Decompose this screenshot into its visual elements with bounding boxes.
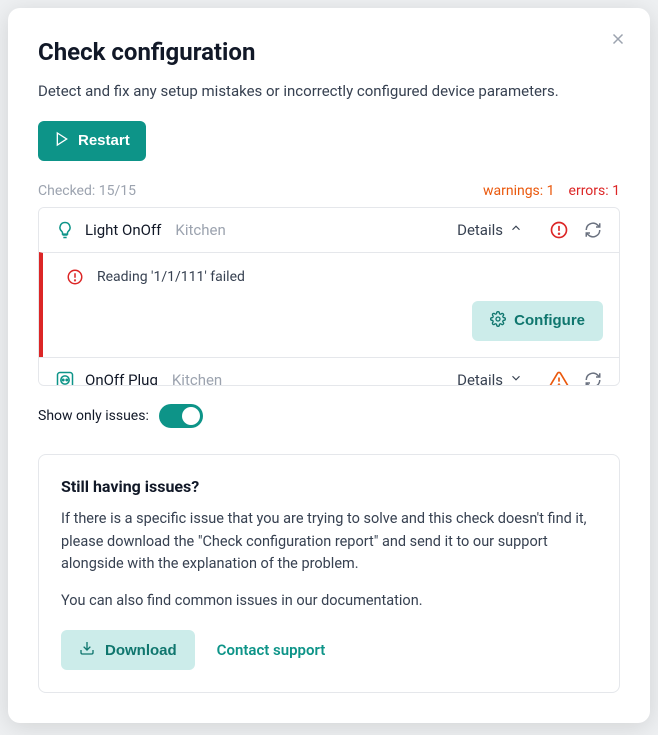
modal-subtitle: Detect and fix any setup mistakes or inc… (38, 80, 620, 103)
device-row: OnOff Plug Kitchen Details (39, 357, 619, 387)
configure-label: Configure (514, 312, 585, 329)
close-button[interactable] (604, 26, 632, 54)
refresh-button[interactable] (583, 220, 603, 240)
device-detail-panel: Reading '1/1/111' failed Configure (39, 252, 619, 357)
details-label: Details (457, 371, 503, 387)
details-toggle[interactable]: Details (457, 371, 523, 387)
lightbulb-icon (55, 220, 75, 240)
error-message: Reading '1/1/111' failed (97, 269, 245, 285)
details-label: Details (457, 221, 503, 239)
help-title: Still having issues? (61, 477, 597, 496)
plug-icon (55, 370, 75, 387)
error-status-icon (549, 220, 569, 240)
error-status-icon (65, 267, 85, 287)
status-row: Checked: 15/15 warnings: 1 errors: 1 (38, 183, 620, 199)
details-toggle[interactable]: Details (457, 221, 523, 239)
toggle-knob (182, 407, 200, 425)
errors-count: errors: 1 (569, 183, 620, 199)
play-icon (54, 131, 70, 151)
refresh-button[interactable] (583, 370, 603, 387)
show-only-issues-toggle[interactable] (159, 404, 203, 428)
contact-support-link[interactable]: Contact support (217, 641, 326, 659)
show-only-issues-label: Show only issues: (38, 408, 149, 424)
restart-button[interactable]: Restart (38, 121, 146, 161)
restart-label: Restart (78, 132, 130, 149)
show-only-issues-row: Show only issues: (38, 404, 620, 428)
download-icon (79, 640, 95, 660)
warning-status-icon (549, 370, 569, 387)
help-panel: Still having issues? If there is a speci… (38, 454, 620, 693)
device-list: Light OnOff Kitchen Details (38, 207, 620, 387)
close-icon (609, 30, 627, 51)
download-label: Download (105, 642, 177, 659)
chevron-down-icon (509, 371, 523, 387)
device-name: OnOff Plug (85, 371, 158, 387)
checked-count: Checked: 15/15 (38, 183, 136, 199)
device-row: Light OnOff Kitchen Details (39, 208, 619, 252)
download-button[interactable]: Download (61, 630, 195, 670)
help-text-2: You can also find common issues in our d… (61, 590, 597, 612)
check-configuration-modal: Check configuration Detect and fix any s… (8, 8, 650, 723)
chevron-up-icon (509, 221, 523, 239)
device-room: Kitchen (172, 371, 222, 387)
modal-title: Check configuration (38, 38, 620, 66)
device-room: Kitchen (175, 221, 225, 239)
gear-icon (490, 311, 506, 331)
help-text-1: If there is a specific issue that you ar… (61, 508, 597, 575)
device-name: Light OnOff (85, 221, 161, 239)
warnings-count: warnings: 1 (483, 183, 555, 199)
configure-button[interactable]: Configure (472, 301, 603, 341)
